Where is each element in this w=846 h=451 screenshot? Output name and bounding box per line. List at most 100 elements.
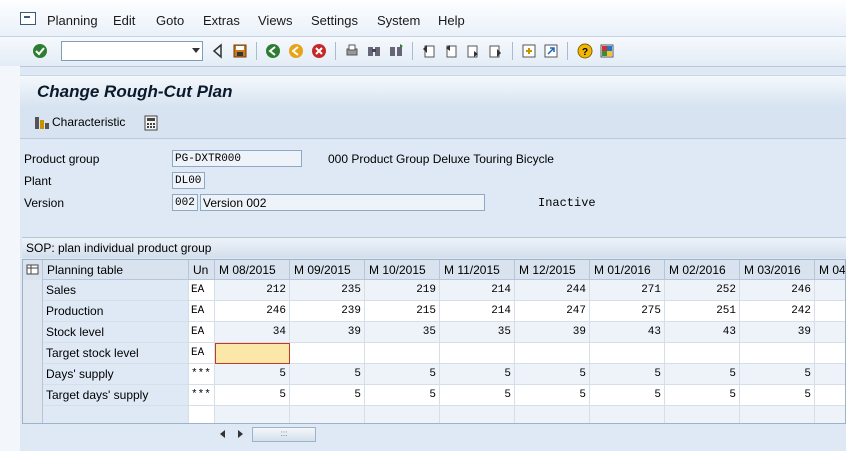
column-header-period[interactable]: M 01/2016 [590, 260, 665, 280]
table-cell[interactable]: 251 [665, 301, 740, 322]
table-cell[interactable] [665, 343, 740, 364]
table-cell[interactable] [815, 343, 845, 364]
menu-goto[interactable]: Goto [156, 13, 184, 28]
shortcut-icon[interactable] [543, 43, 559, 59]
table-cell[interactable] [290, 343, 365, 364]
exit-icon[interactable] [288, 43, 304, 59]
menu-views[interactable]: Views [258, 13, 292, 28]
table-cell[interactable]: 5 [440, 385, 515, 406]
row-label: Target days' supply [43, 385, 189, 406]
version-description-field: Version 002 [200, 194, 485, 211]
scroll-left-icon[interactable] [220, 430, 225, 438]
row-selector[interactable] [23, 406, 43, 423]
back-arrow-icon[interactable] [210, 43, 226, 59]
find-icon[interactable] [366, 43, 382, 59]
table-cell[interactable]: 5 [590, 385, 665, 406]
table-cell[interactable] [815, 385, 845, 406]
table-cell[interactable]: 5 [290, 385, 365, 406]
column-header-period[interactable]: M 11/2015 [440, 260, 515, 280]
prev-page-icon[interactable] [443, 43, 459, 59]
table-settings-icon[interactable] [23, 260, 43, 281]
table-cell[interactable]: 5 [665, 385, 740, 406]
next-page-icon[interactable] [465, 43, 481, 59]
table-cell-empty [740, 406, 815, 423]
table-cell[interactable]: 5 [215, 385, 290, 406]
table-cell: 219 [365, 280, 440, 301]
table-cell[interactable] [440, 343, 515, 364]
product-group-field[interactable]: PG-DXTR000 [172, 150, 302, 167]
table-cell[interactable]: 275 [590, 301, 665, 322]
characteristic-button[interactable]: Characteristic [52, 115, 125, 129]
plant-label: Plant [24, 174, 52, 188]
app-menu-icon[interactable] [20, 12, 36, 25]
table-cell: 35 [440, 322, 515, 343]
row-label: Target stock level [43, 343, 189, 364]
back-icon[interactable] [265, 43, 281, 59]
menu-edit[interactable]: Edit [113, 13, 135, 28]
row-selector[interactable] [23, 301, 43, 323]
table-cell[interactable] [365, 343, 440, 364]
table-cell[interactable]: 5 [740, 385, 815, 406]
cancel-icon[interactable] [311, 43, 327, 59]
column-header-period[interactable]: M 02/2016 [665, 260, 740, 280]
version-field[interactable]: 002 [172, 194, 198, 211]
table-cell: 244 [515, 280, 590, 301]
horizontal-scrollbar[interactable]: ::: [212, 426, 322, 442]
table-cell: 35 [365, 322, 440, 343]
chevron-down-icon[interactable] [192, 48, 200, 53]
menu-system[interactable]: System [377, 13, 420, 28]
table-cell[interactable]: 5 [515, 385, 590, 406]
table-cell[interactable] [215, 343, 290, 364]
create-session-icon[interactable] [521, 43, 537, 59]
table-cell[interactable]: 246 [215, 301, 290, 322]
table-cell[interactable] [815, 301, 845, 322]
scroll-right-icon[interactable] [238, 430, 243, 438]
table-cell[interactable]: 5 [365, 385, 440, 406]
last-page-icon[interactable] [487, 43, 503, 59]
print-icon[interactable] [344, 43, 360, 59]
table-cell[interactable]: 247 [515, 301, 590, 322]
table-cell[interactable] [515, 343, 590, 364]
save-icon[interactable] [232, 43, 248, 59]
row-selector[interactable] [23, 280, 43, 302]
menu-settings[interactable]: Settings [311, 13, 358, 28]
scroll-thumb[interactable]: ::: [252, 427, 316, 442]
row-selector[interactable] [23, 385, 43, 407]
column-header-planning-table[interactable]: Planning table [43, 260, 189, 280]
characteristic-icon [35, 117, 49, 129]
row-unit: EA [189, 280, 215, 301]
row-selector[interactable] [23, 364, 43, 386]
table-cell [815, 364, 845, 385]
column-header-period[interactable]: M 03/2016 [740, 260, 815, 280]
column-header-period[interactable]: M 08/2015 [215, 260, 290, 280]
row-unit: EA [189, 343, 215, 364]
column-header-period[interactable]: M 12/2015 [515, 260, 590, 280]
plant-field[interactable]: DL00 [172, 172, 205, 189]
table-cell[interactable]: 242 [740, 301, 815, 322]
calculator-icon[interactable] [144, 115, 158, 131]
row-selector[interactable] [23, 322, 43, 344]
enter-icon[interactable] [32, 43, 48, 59]
row-label: Stock level [43, 322, 189, 343]
column-header-period[interactable]: M 09/2015 [290, 260, 365, 280]
menu-help[interactable]: Help [438, 13, 465, 28]
menu-extras[interactable]: Extras [203, 13, 240, 28]
table-cell[interactable]: 215 [365, 301, 440, 322]
command-field[interactable] [61, 41, 203, 61]
table-cell[interactable] [740, 343, 815, 364]
table-cell[interactable] [590, 343, 665, 364]
table-cell: 246 [740, 280, 815, 301]
column-header-period[interactable]: M 10/2015 [365, 260, 440, 280]
help-icon[interactable]: ? [577, 43, 593, 59]
menu-planning[interactable]: Planning [47, 13, 98, 28]
row-selector[interactable] [23, 343, 43, 365]
first-page-icon[interactable] [421, 43, 437, 59]
table-cell: 39 [290, 322, 365, 343]
table-cell[interactable]: 214 [440, 301, 515, 322]
product-group-label: Product group [24, 152, 100, 166]
find-next-icon[interactable] [388, 43, 404, 59]
column-header-unit[interactable]: Un [189, 260, 215, 280]
column-header-period[interactable]: M 04 [815, 260, 845, 280]
customize-layout-icon[interactable] [599, 43, 615, 59]
table-cell[interactable]: 239 [290, 301, 365, 322]
